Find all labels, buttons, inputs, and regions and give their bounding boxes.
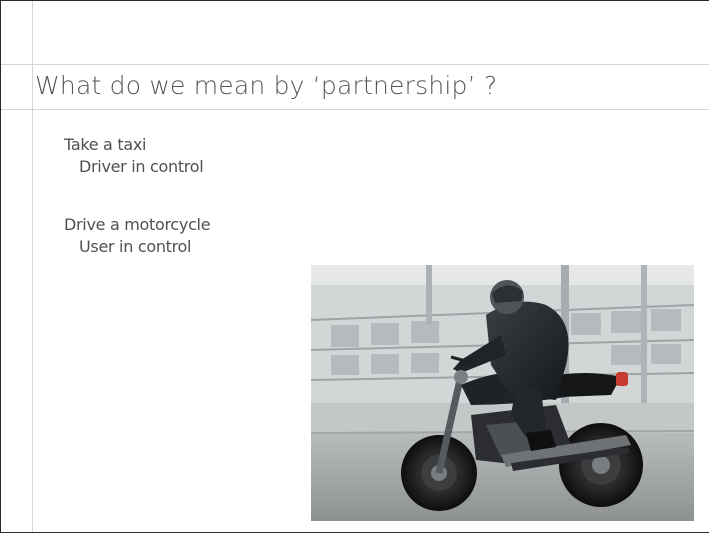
slide: What do we mean by ‘partnership’ ? Take … (0, 0, 709, 533)
title-bottom-rule (1, 109, 709, 110)
sub-bullet-user-in-control: User in control (79, 237, 192, 256)
bullet-drive-a-motorcycle: Drive a motorcycle (64, 215, 211, 234)
sub-bullet-driver-in-control: Driver in control (79, 157, 204, 176)
bullet-take-a-taxi: Take a taxi (64, 135, 147, 154)
title-top-rule (1, 64, 709, 65)
motorcycle-photo (311, 265, 694, 521)
vertical-guide-line (32, 1, 33, 532)
slide-title: What do we mean by ‘partnership’ ? (35, 71, 498, 100)
